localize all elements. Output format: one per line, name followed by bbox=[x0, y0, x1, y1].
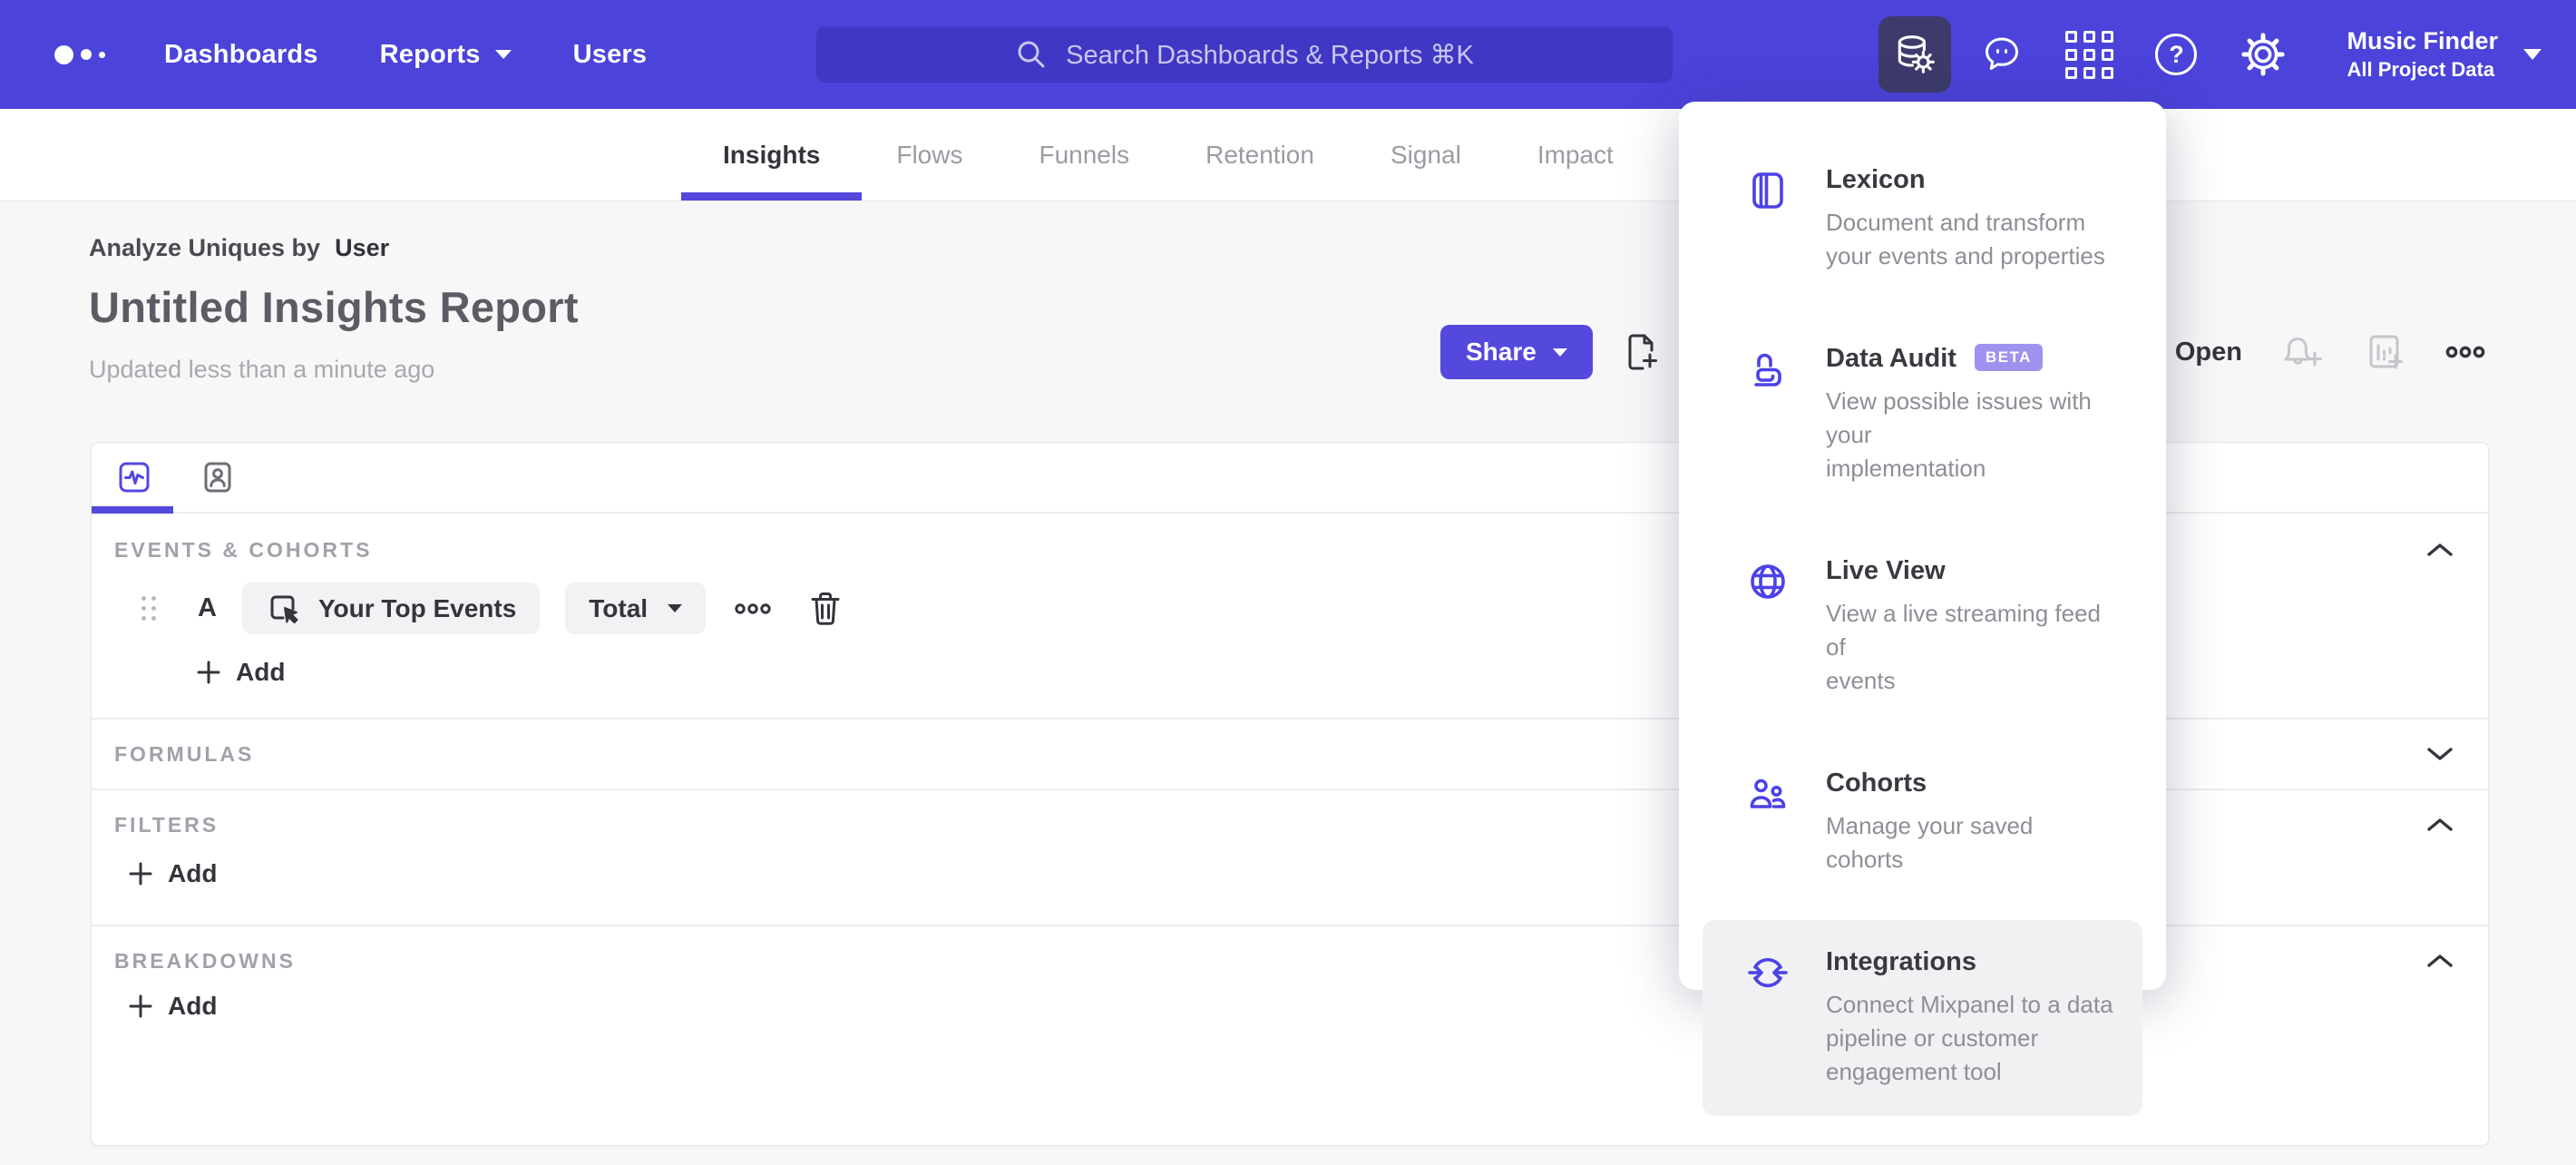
menu-item-cohorts[interactable]: Cohorts Manage your saved cohorts bbox=[1703, 741, 2142, 904]
project-switcher[interactable]: Music Finder All Project Data bbox=[2347, 26, 2542, 83]
breakdowns-label: BREAKDOWNS bbox=[114, 948, 296, 973]
events-pulse-tab[interactable] bbox=[118, 461, 151, 494]
search-placeholder: Search Dashboards & Reports ⌘K bbox=[1066, 40, 1474, 70]
drag-handle-icon[interactable] bbox=[141, 596, 156, 621]
plus-icon bbox=[128, 994, 153, 1019]
chevron-down-icon bbox=[668, 604, 683, 612]
cohorts-people-icon bbox=[1746, 769, 1790, 876]
nav-reports[interactable]: Reports bbox=[380, 40, 512, 70]
settings-gear-icon bbox=[2239, 31, 2287, 78]
report-actions-right: Open bbox=[2117, 325, 2485, 379]
menu-item-lexicon[interactable]: Lexicon Document and transform your even… bbox=[1703, 138, 2142, 300]
live-view-globe-icon bbox=[1746, 556, 1790, 698]
data-management-icon bbox=[1892, 32, 1937, 77]
lexicon-book-icon bbox=[1746, 165, 1790, 273]
tab-funnels[interactable]: Funnels bbox=[1037, 109, 1131, 201]
menu-item-integrations[interactable]: Integrations Connect Mixpanel to a data … bbox=[1703, 920, 2142, 1116]
active-tab-underline bbox=[92, 506, 173, 514]
event-selector-button[interactable]: Your Top Events bbox=[241, 582, 541, 634]
mixpanel-app: Dashboards Reports Users Search Dashboar… bbox=[0, 0, 2576, 1165]
chart-add-icon[interactable] bbox=[2364, 331, 2405, 373]
topbar-right: ? Music Finder All Project Data bbox=[1878, 0, 2542, 109]
event-more-options-icon[interactable] bbox=[735, 602, 771, 616]
apps-button[interactable] bbox=[2053, 16, 2125, 93]
collapse-filters-chevron-up-icon[interactable] bbox=[2421, 812, 2459, 837]
integrations-sync-icon bbox=[1746, 947, 1790, 1089]
beta-badge: BETA bbox=[1974, 343, 2043, 371]
help-icon: ? bbox=[2155, 34, 2198, 75]
tab-insights[interactable]: Insights bbox=[680, 109, 863, 201]
search-icon bbox=[1015, 38, 1048, 71]
plus-icon bbox=[128, 861, 153, 886]
tab-impact[interactable]: Impact bbox=[1536, 109, 1615, 201]
topnav: Dashboards Reports Users bbox=[164, 0, 647, 109]
events-cohorts-label: EVENTS & COHORTS bbox=[114, 537, 373, 562]
mixpanel-logo-icon[interactable] bbox=[54, 0, 105, 109]
apps-grid-icon bbox=[2064, 30, 2113, 79]
settings-button[interactable] bbox=[2227, 16, 2299, 93]
plus-icon bbox=[196, 660, 221, 685]
event-click-icon bbox=[266, 591, 302, 627]
metric-dropdown[interactable]: Total bbox=[565, 582, 707, 634]
filters-label: FILTERS bbox=[114, 812, 220, 837]
event-series-letter: A bbox=[198, 593, 217, 622]
new-document-icon bbox=[1622, 331, 1664, 373]
tab-signal[interactable]: Signal bbox=[1389, 109, 1463, 201]
menu-item-live-view[interactable]: Live View View a live streaming feed of … bbox=[1703, 529, 2142, 725]
analyze-entity-selector[interactable]: User bbox=[335, 234, 389, 262]
alert-bell-plus-icon[interactable] bbox=[2282, 331, 2324, 373]
analyze-line: Analyze Uniques by User bbox=[89, 234, 579, 262]
delete-event-trash-icon[interactable] bbox=[809, 591, 842, 627]
data-management-button[interactable] bbox=[1878, 16, 1952, 93]
menu-item-data-audit[interactable]: Data Audit BETA View possible issues wit… bbox=[1703, 317, 2142, 513]
tab-retention[interactable]: Retention bbox=[1204, 109, 1316, 201]
nav-users[interactable]: Users bbox=[573, 40, 648, 70]
feedback-button[interactable] bbox=[1966, 16, 2038, 93]
expand-formulas-chevron-down-icon[interactable] bbox=[2421, 741, 2459, 767]
project-name: Music Finder bbox=[2347, 27, 2498, 54]
chevron-down-icon bbox=[1552, 348, 1567, 357]
help-button[interactable]: ? bbox=[2140, 16, 2212, 93]
report-tabbar: Insights Flows Funnels Retention Signal … bbox=[0, 109, 2576, 201]
collapse-breakdowns-chevron-up-icon[interactable] bbox=[2421, 948, 2459, 974]
topbar: Dashboards Reports Users Search Dashboar… bbox=[0, 0, 2576, 109]
collapse-events-chevron-up-icon[interactable] bbox=[2421, 537, 2459, 563]
report-actions-left: Share N bbox=[1440, 325, 1697, 379]
report-header: Analyze Uniques by User Untitled Insight… bbox=[89, 234, 579, 384]
data-tools-menu: Lexicon Document and transform your even… bbox=[1679, 102, 2166, 1116]
users-profile-tab[interactable] bbox=[201, 461, 234, 494]
data-audit-lock-icon bbox=[1746, 344, 1790, 485]
feedback-chat-icon bbox=[1980, 33, 2024, 76]
chevron-down-icon bbox=[494, 50, 512, 59]
more-options-icon[interactable] bbox=[2445, 344, 2485, 360]
project-scope: All Project Data bbox=[2347, 58, 2495, 81]
search-input[interactable]: Search Dashboards & Reports ⌘K bbox=[816, 26, 1673, 83]
report-title[interactable]: Untitled Insights Report bbox=[89, 282, 579, 332]
analyze-label: Analyze Uniques by bbox=[89, 234, 321, 261]
formulas-label: FORMULAS bbox=[114, 741, 255, 766]
tab-flows[interactable]: Flows bbox=[894, 109, 964, 201]
share-button[interactable]: Share bbox=[1440, 325, 1593, 379]
nav-dashboards[interactable]: Dashboards bbox=[164, 40, 318, 70]
report-updated-status: Updated less than a minute ago bbox=[89, 356, 435, 383]
chevron-down-icon bbox=[2523, 49, 2542, 60]
